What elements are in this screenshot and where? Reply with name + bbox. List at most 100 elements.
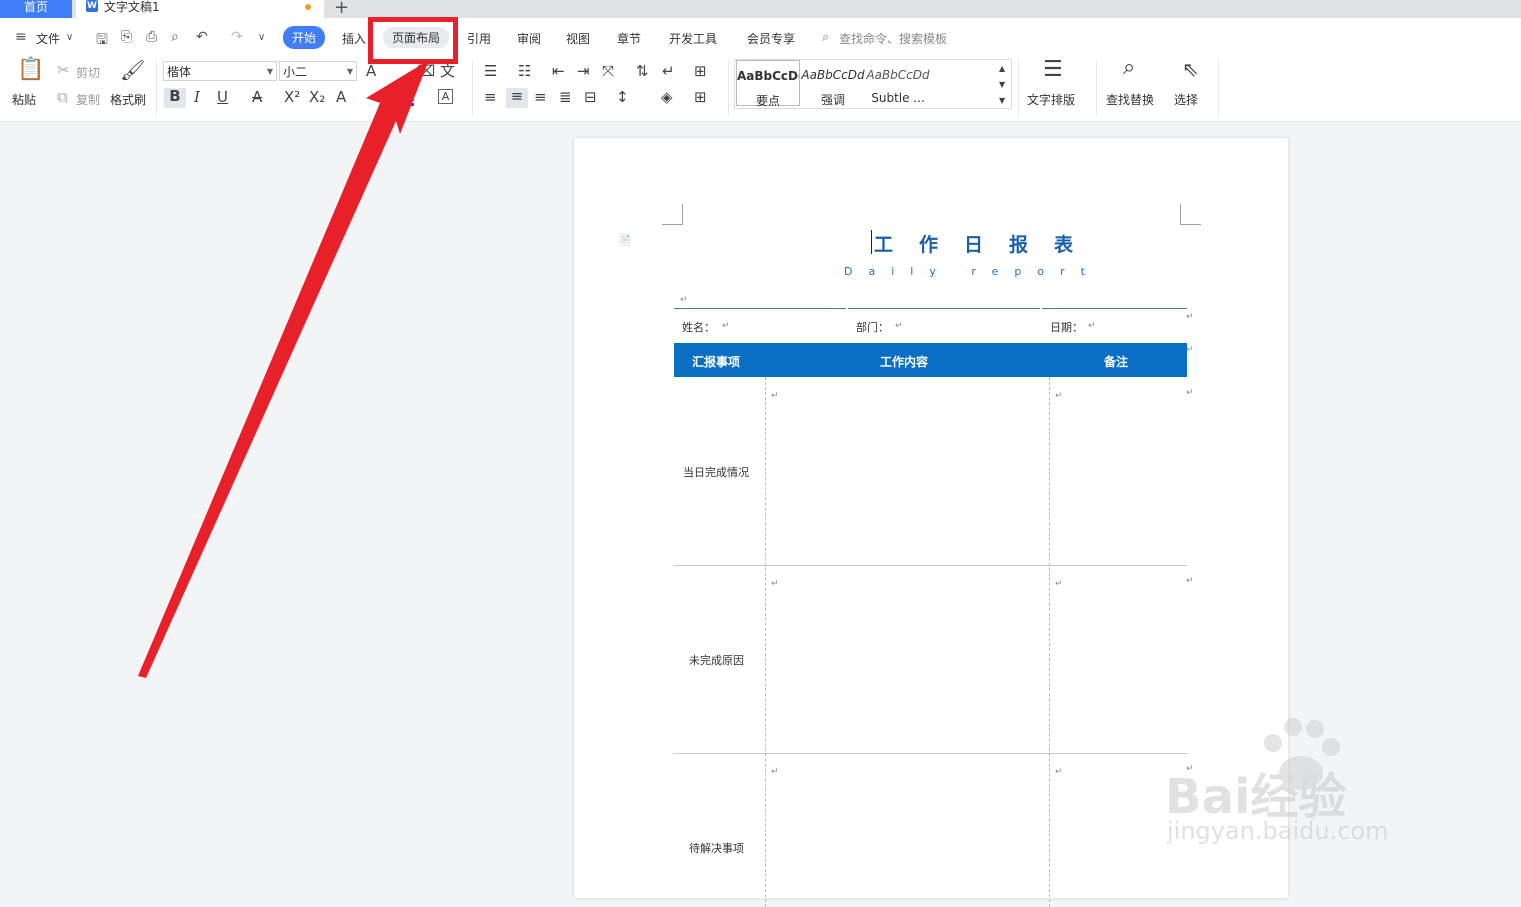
tab-strip: 首页 W 文字文稿1 + [0,0,1521,18]
paragraph-mark: ↵ [1055,391,1063,401]
align-right-icon[interactable]: ≡ [534,89,547,105]
column-divider [765,377,766,907]
clear-format-icon[interactable]: ⌫ [414,63,435,79]
hamburger-icon[interactable]: ≡ [15,29,27,45]
strikethrough-icon[interactable]: A [252,89,262,105]
row-divider [674,753,1187,754]
scroll-down-icon[interactable]: ▼ [999,77,1005,93]
table-header-row: 汇报事项 工作内容 备注 [674,343,1187,377]
paragraph-mark: ↵ [1186,388,1194,398]
text-layout-button[interactable]: 文字排版 [1027,91,1075,108]
style-emphasis[interactable]: AaBbCcDd 强调 [801,60,865,107]
tab-view[interactable]: 视图 [566,30,590,47]
divider [156,60,157,116]
table-border-icon[interactable]: ⊞ [694,63,707,79]
save-icon[interactable]: 🖫 [96,29,108,53]
bold-icon[interactable]: B [164,88,186,108]
watermark-url: jingyan.baidu.com [1167,817,1389,845]
italic-icon[interactable]: I [194,89,200,105]
unsaved-dot-icon [305,4,311,10]
style-name: 强调 [820,93,845,107]
tab-document[interactable]: W 文字文稿1 [76,0,324,18]
tab-references[interactable]: 引用 [467,30,491,47]
numbered-list-icon[interactable]: ☷ [518,63,531,79]
scroll-up-icon[interactable]: ▲ [999,61,1005,77]
format-painter-icon[interactable]: 🖌 [120,60,145,80]
divider [1218,60,1219,116]
command-search[interactable]: 查找命令、搜索模板 [839,30,947,47]
style-subtle[interactable]: AaBbCcDd Subtle ... [866,60,930,106]
copy-button[interactable]: 复制 [76,91,100,108]
justify-icon[interactable]: ≣ [559,89,572,105]
chevron-down-icon[interactable]: ∨ [66,32,73,43]
annotation-highlight-box [368,17,458,64]
tab-review[interactable]: 审阅 [517,30,541,47]
align-left-icon[interactable]: ≡ [484,89,497,105]
distribute-icon[interactable]: ⊟ [584,89,597,105]
line-spacing-icon[interactable]: ↕ [616,89,629,105]
print-preview-icon[interactable]: ⌕ [171,29,179,45]
undo-icon[interactable]: ↶ [196,29,208,45]
tab-chapter[interactable]: 章节 [617,30,641,47]
text-layout-icon[interactable]: ☰ [1043,59,1063,81]
grow-font-icon[interactable]: A [366,63,376,79]
chinese-layout-icon[interactable]: ⤧ [602,63,614,79]
row-label-incomplete-reason[interactable]: 未完成原因 [689,652,744,668]
bullet-list-icon[interactable]: ☰ [484,63,497,79]
font-name-select[interactable]: 楷体 ▼ [163,61,277,81]
tab-home[interactable]: 首页 [0,0,72,18]
document-title[interactable]: 工作日报表 [874,230,1099,257]
paragraph-tag-icon[interactable]: 🗎 [620,234,630,250]
phonetic-icon[interactable]: 文 [440,63,455,79]
underline-icon[interactable]: U [217,89,228,105]
align-center-icon[interactable]: ≡ [506,88,528,108]
divider [1096,60,1097,116]
shading-icon[interactable]: ◈ [661,89,673,105]
select-cursor-icon[interactable]: ⇖ [1182,59,1199,79]
style-key-point[interactable]: AaBbCcDd 要点 [736,60,800,108]
paragraph-mark: ↵ [771,579,779,589]
increase-indent-icon[interactable]: ⇥ [577,63,590,79]
borders-icon[interactable]: ⊞ [694,89,707,105]
paste-button[interactable]: 粘贴 [12,91,36,108]
style-name: 要点 [755,94,780,108]
paragraph-mark: ↵ [1088,321,1096,331]
menu-file[interactable]: 文件 [36,30,60,47]
cut-button[interactable]: 剪切 [76,64,100,81]
paragraph-marks-icon[interactable]: ↵ [662,63,675,79]
cut-icon[interactable]: ✂ [57,62,70,78]
sort-icon[interactable]: ⇅ [636,63,649,79]
more-chevron-icon[interactable]: ∨ [258,32,265,43]
header-remarks: 备注 [1104,355,1129,369]
find-replace-icon[interactable]: ⌕ [1123,57,1135,79]
document-subtitle[interactable]: Daily report [844,265,1101,278]
text-effect-icon[interactable]: A [336,89,346,105]
tab-insert[interactable]: 插入 [342,30,366,47]
decrease-indent-icon[interactable]: ⇤ [552,63,565,79]
font-color-icon[interactable]: A [404,89,415,106]
copy-icon[interactable]: ⧉ [57,89,68,105]
new-tab-button[interactable]: + [334,0,349,18]
row-label-completed[interactable]: 当日完成情况 [683,464,749,480]
print-icon[interactable]: ⎙ [146,29,157,45]
redo-icon[interactable]: ↷ [231,29,243,45]
row-label-pending-issues[interactable]: 待解决事项 [689,840,744,856]
style-sample: AaBbCcDd [866,68,930,82]
tab-developer[interactable]: 开发工具 [669,30,717,47]
format-painter-button[interactable]: 格式刷 [110,91,146,108]
char-border-icon[interactable]: A [438,89,453,104]
find-replace-button[interactable]: 查找替换 [1106,91,1154,108]
font-size-select[interactable]: 小二 ▼ [279,61,357,81]
select-button[interactable]: 选择 [1174,91,1198,108]
writer-doc-icon: W [86,0,98,12]
paste-icon[interactable]: 📋 [17,59,44,81]
tab-start[interactable]: 开始 [283,26,326,49]
tab-member[interactable]: 会员专享 [747,30,795,47]
paragraph-mark: ↵ [895,321,903,331]
export-pdf-icon[interactable]: ⎘ [121,29,132,45]
expand-gallery-icon[interactable]: ▼ [999,93,1005,109]
divider [728,60,729,116]
superscript-icon[interactable]: X² [284,89,300,105]
subscript-icon[interactable]: X₂ [309,89,325,105]
text-cursor [871,230,872,254]
